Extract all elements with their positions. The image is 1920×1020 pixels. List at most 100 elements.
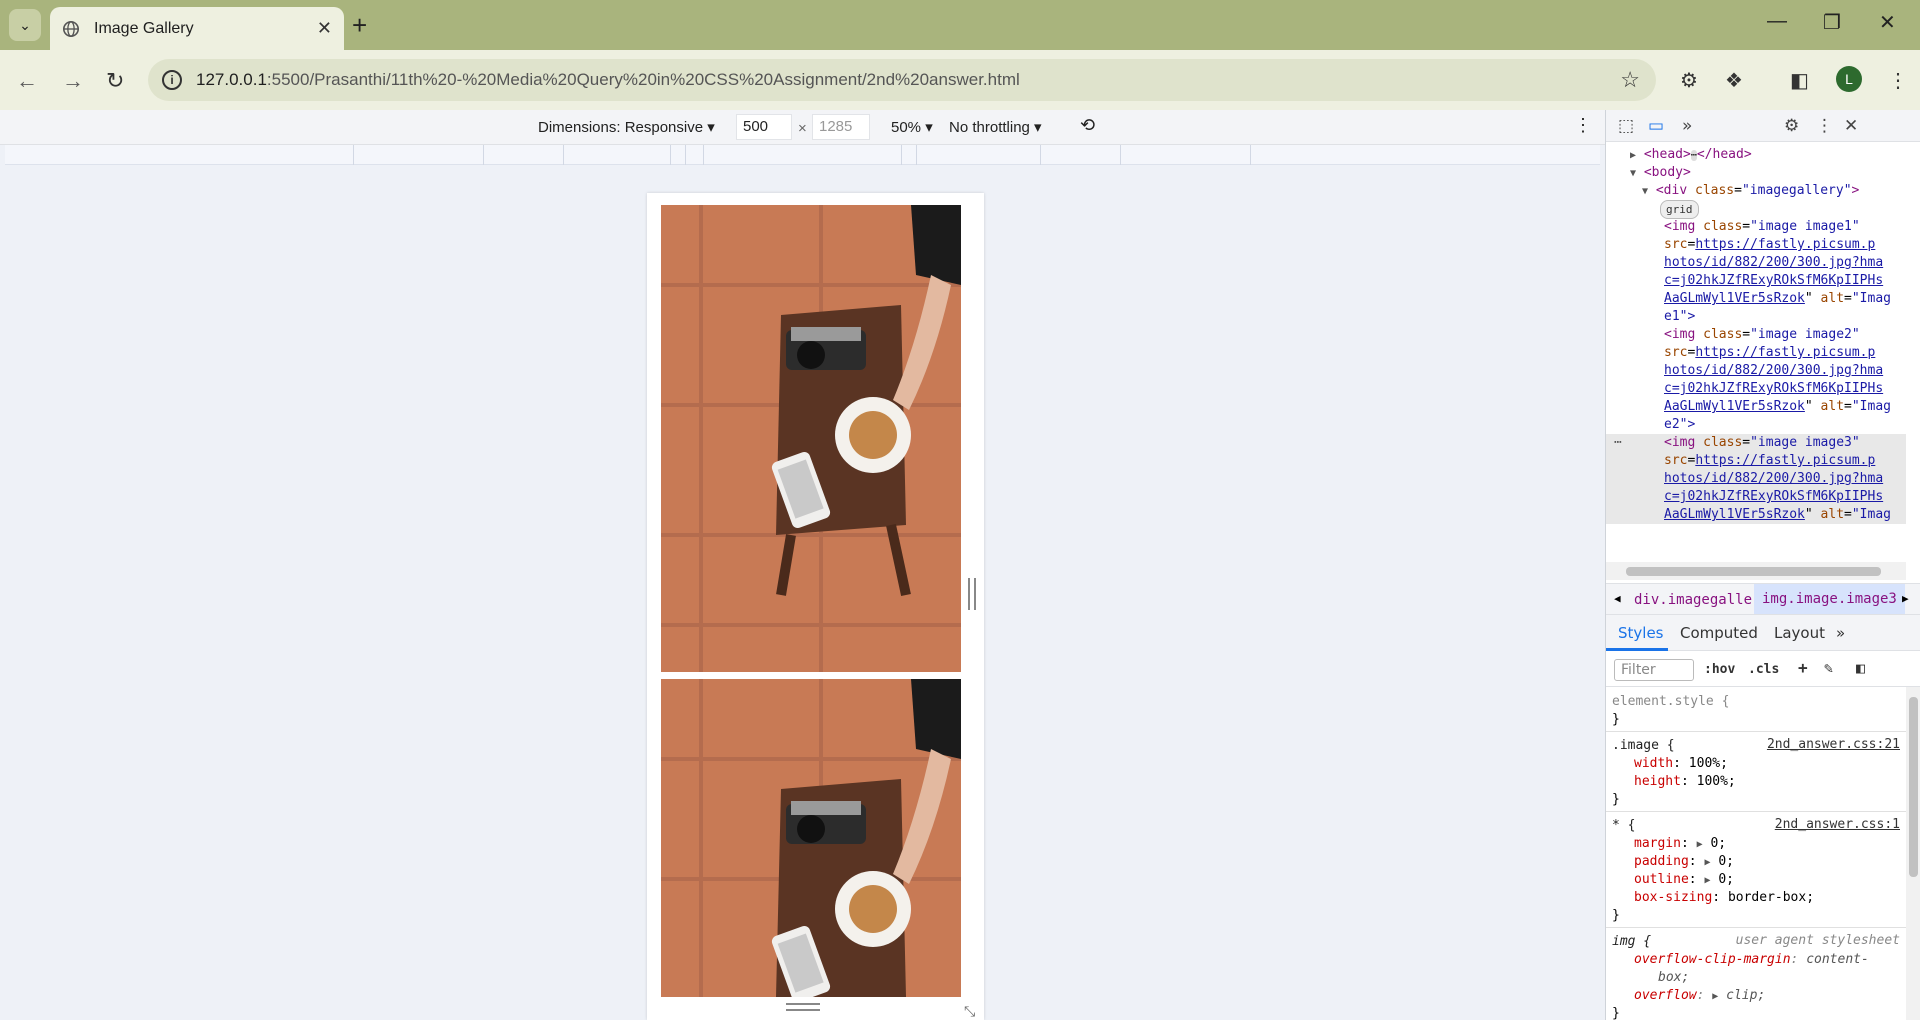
css-prop-overflow-clip-margin[interactable]: overflow-clip-margin: content- xyxy=(1634,951,1869,969)
toggle-sidebar-icon[interactable]: ◧ xyxy=(1856,659,1865,677)
cls-toggle[interactable]: .cls xyxy=(1748,662,1779,677)
dom-ellipsis-icon[interactable]: ⋯ xyxy=(1614,434,1622,451)
breadcrumb: ◀ div.imagegallery img.image.image3 ▶ xyxy=(1606,583,1920,615)
css-prop-box-sizing[interactable]: box-sizing: border-box; xyxy=(1634,889,1814,907)
element-style-close: } xyxy=(1612,712,1620,727)
dom-img2-src-4: AaGLmWyl1VEr5sRzok" alt="Imag xyxy=(1664,399,1891,414)
inspect-element-icon[interactable]: ⬚ xyxy=(1618,116,1634,136)
browser-title-bar: ⌄ Image Gallery ✕ + — ❐ ✕ xyxy=(0,0,1920,50)
close-devtools-icon[interactable]: ✕ xyxy=(1844,116,1858,136)
css-prop-overflow-clip-margin-cont: box; xyxy=(1658,970,1690,985)
dom-img1-src-2: hotos/id/882/200/300.jpg?hma xyxy=(1664,255,1884,270)
styles-filter-bar: Filter :hov .cls + ✎ ◧ xyxy=(1606,651,1920,687)
minimize-icon[interactable]: — xyxy=(1767,10,1787,33)
devtools-panel: ⬚ ▭ » ⚙ ⋮ ✕ ▶ <head>⋯</head> ▼ <body> ▼ … xyxy=(1605,110,1920,1020)
forward-icon[interactable]: → xyxy=(62,68,84,94)
breadcrumb-item-div[interactable]: div.imagegallery xyxy=(1634,592,1769,608)
extensions-puzzle-icon[interactable]: ❖ xyxy=(1725,68,1743,93)
image-rule-selector[interactable]: .image { xyxy=(1612,737,1675,755)
dom-body-node[interactable]: ▼ <body> xyxy=(1630,164,1691,182)
throttling-dropdown[interactable]: No throttling ▾ xyxy=(949,118,1042,136)
universal-rule-source-link[interactable]: 2nd_answer.css:1 xyxy=(1775,817,1900,832)
viewport-resize-handle-bottom[interactable] xyxy=(786,1003,820,1011)
media-query-ruler[interactable] xyxy=(5,145,1600,165)
styles-scrollbar[interactable] xyxy=(1906,687,1920,1020)
zoom-dropdown[interactable]: 50% ▾ xyxy=(891,118,933,136)
css-prop-padding[interactable]: padding: ▶ 0; xyxy=(1634,853,1734,872)
element-style-selector[interactable]: element.style { xyxy=(1612,693,1729,711)
profile-avatar[interactable]: L xyxy=(1836,66,1862,92)
height-input[interactable]: 1285 xyxy=(812,114,870,140)
back-icon[interactable]: ← xyxy=(16,68,38,94)
breadcrumb-item-img[interactable]: img.image.image3 xyxy=(1754,584,1905,614)
dom-img2-src-2: hotos/id/882/200/300.jpg?hma xyxy=(1664,363,1884,378)
side-panel-icon[interactable]: ◧ xyxy=(1790,68,1809,93)
styles-tabbar: Styles Computed Layout » xyxy=(1606,615,1920,651)
css-prop-overflow[interactable]: overflow: ▶ clip; xyxy=(1634,987,1765,1006)
universal-rule-selector[interactable]: * { xyxy=(1612,817,1635,835)
tab-search-button[interactable]: ⌄ xyxy=(9,9,41,41)
tab-styles[interactable]: Styles xyxy=(1618,624,1664,642)
paint-brush-icon[interactable]: ✎ xyxy=(1824,659,1833,677)
css-prop-margin[interactable]: margin: ▶ 0; xyxy=(1634,835,1726,854)
css-prop-outline[interactable]: outline: ▶ 0; xyxy=(1634,871,1734,890)
address-bar[interactable]: i 127.0.0.1:5500/Prasanthi/11th%20-%20Me… xyxy=(148,59,1656,101)
image-rule-close: } xyxy=(1612,792,1620,807)
grid-badge[interactable]: grid xyxy=(1660,200,1699,219)
dom-gallery-div-node[interactable]: ▼ <div class="imagegallery"> xyxy=(1642,182,1859,200)
device-toggle-icon[interactable]: ▭ xyxy=(1648,116,1664,136)
img-ua-rule-selector[interactable]: img { xyxy=(1612,933,1651,951)
close-window-icon[interactable]: ✕ xyxy=(1879,10,1896,35)
breadcrumb-left-arrow-icon[interactable]: ◀ xyxy=(1614,592,1621,605)
url-text[interactable]: 127.0.0.1:5500/Prasanthi/11th%20-%20Medi… xyxy=(196,70,1020,90)
dom-img3-src-2: hotos/id/882/200/300.jpg?hma xyxy=(1664,471,1884,486)
dom-img2-src: src=https://fastly.picsum.p xyxy=(1664,345,1876,360)
dimensions-dropdown[interactable]: Dimensions: Responsive ▾ xyxy=(538,118,715,136)
tab-computed[interactable]: Computed xyxy=(1680,624,1758,642)
breadcrumb-right-arrow-icon[interactable]: ▶ xyxy=(1902,592,1909,605)
hov-toggle[interactable]: :hov xyxy=(1704,662,1735,677)
dimension-separator: × xyxy=(798,120,807,137)
viewport-resize-corner-icon[interactable]: ⤡ xyxy=(964,1003,975,1020)
styles-rules: element.style { } .image { 2nd_answer.cs… xyxy=(1606,687,1906,1020)
dom-img3-node[interactable]: <img class="image image3" xyxy=(1664,434,1860,451)
css-prop-width[interactable]: width: 100%; xyxy=(1634,755,1728,773)
device-more-options-icon[interactable]: ⋮ xyxy=(1574,115,1592,136)
dom-img1-src-4: AaGLmWyl1VEr5sRzok" alt="Imag xyxy=(1664,291,1891,306)
device-viewport-pane: Dimensions: Responsive ▾ 500 × 1285 50% … xyxy=(0,110,1605,1020)
dom-horizontal-scrollbar[interactable] xyxy=(1606,562,1906,580)
rotate-icon[interactable]: ⟲ xyxy=(1080,115,1095,136)
dom-img1-src-3: c=j02hkJZfRExyROkSfM6KpIIPHs xyxy=(1664,273,1884,288)
dom-img1-src: src=https://fastly.picsum.p xyxy=(1664,237,1876,252)
dom-img1-node[interactable]: <img class="image image1" xyxy=(1664,218,1860,235)
settings-gear-icon[interactable]: ⚙ xyxy=(1784,116,1799,136)
more-tabs-icon[interactable]: » xyxy=(1682,116,1692,136)
more-menu-icon[interactable]: ⋮ xyxy=(1888,68,1908,93)
new-tab-button[interactable]: + xyxy=(352,10,367,40)
bookmark-star-icon[interactable]: ☆ xyxy=(1620,67,1640,93)
photo-table-camera-tea xyxy=(661,205,961,672)
devtools-menu-icon[interactable]: ⋮ xyxy=(1816,116,1833,136)
width-input[interactable]: 500 xyxy=(736,114,792,140)
close-tab-icon[interactable]: ✕ xyxy=(317,18,332,39)
css-prop-height[interactable]: height: 100%; xyxy=(1634,773,1736,791)
more-panels-icon[interactable]: » xyxy=(1836,624,1845,642)
reload-icon[interactable]: ↻ xyxy=(106,68,124,94)
new-style-rule-icon[interactable]: + xyxy=(1798,658,1808,677)
restore-icon[interactable]: ❐ xyxy=(1823,10,1841,35)
dom-tree[interactable]: ▶ <head>⋯</head> ▼ <body> ▼ <div class="… xyxy=(1606,142,1906,572)
site-info-icon[interactable]: i xyxy=(162,70,182,90)
viewport-resize-handle-right[interactable] xyxy=(968,578,976,610)
emulated-device-frame xyxy=(647,193,984,1020)
photo-table-camera-tea xyxy=(661,679,961,997)
image-rule-source-link[interactable]: 2nd_answer.css:21 xyxy=(1767,737,1900,752)
dom-img1-alt-cont: e1"> xyxy=(1664,309,1696,324)
browser-tab[interactable]: Image Gallery ✕ xyxy=(50,7,344,50)
img-ua-rule-close: } xyxy=(1612,1006,1620,1020)
browser-toolbar: ← → ↻ i 127.0.0.1:5500/Prasanthi/11th%20… xyxy=(0,50,1920,110)
styles-filter-input[interactable]: Filter xyxy=(1614,659,1694,681)
extension-bug-icon[interactable]: ⚙ xyxy=(1680,68,1698,93)
dom-img2-node[interactable]: <img class="image image2" xyxy=(1664,326,1860,343)
tab-layout[interactable]: Layout xyxy=(1774,624,1825,642)
dom-head-node[interactable]: ▶ <head>⋯</head> xyxy=(1630,146,1752,164)
